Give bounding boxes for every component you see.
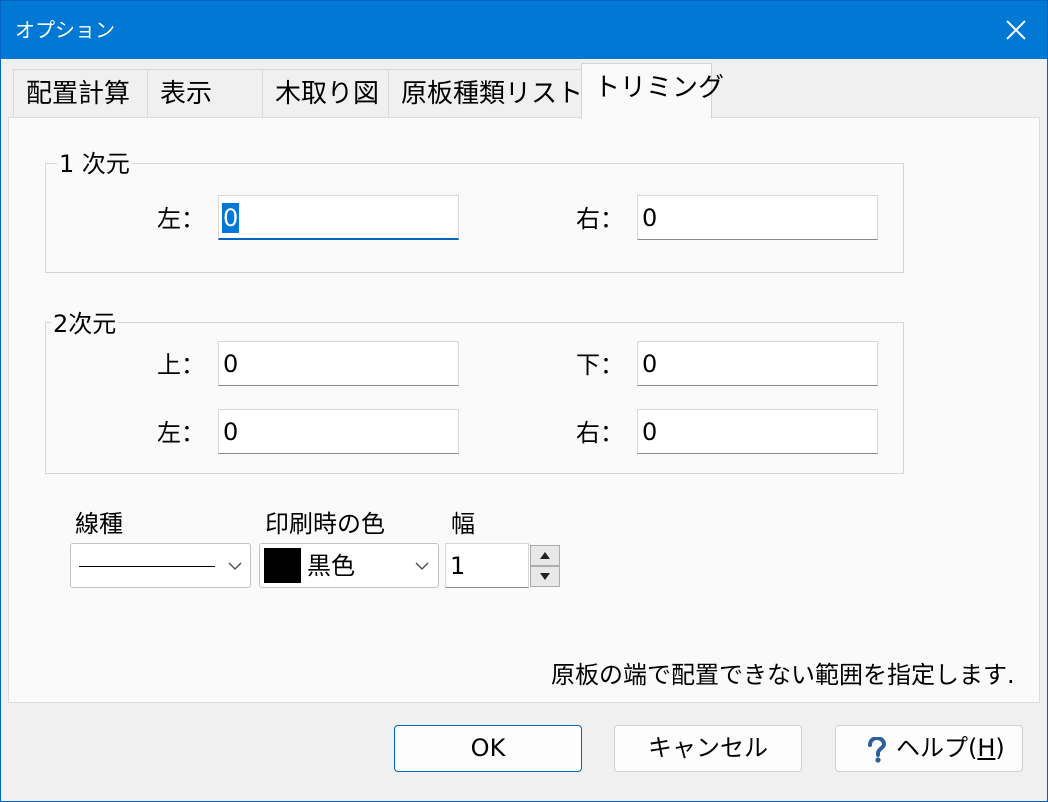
cancel-label: キャンセル — [648, 734, 768, 762]
chevron-down-icon — [228, 562, 242, 570]
group-2d-title: 2次元 — [51, 310, 119, 338]
width-spin-up-button[interactable] — [530, 545, 560, 566]
right-label-1d: 右： — [576, 205, 624, 233]
width-input[interactable]: 1 — [445, 543, 529, 588]
tab-label: 配置計算 — [26, 79, 131, 109]
bottom-input-2d[interactable]: 0 — [637, 341, 878, 386]
help-label-suffix: ) — [995, 734, 1005, 762]
help-accelerator-key: H — [977, 734, 996, 762]
print-color-select[interactable]: 黒色 — [259, 543, 439, 588]
color-swatch — [264, 548, 301, 583]
tab-strip: 配置計算 表示 木取り図 原板種類リスト トリミング — [1, 59, 1047, 119]
top-input-2d[interactable]: 0 — [218, 341, 459, 386]
window-title: オプション — [15, 18, 115, 42]
hint-text: 原板の端で配置できない範囲を指定します. — [551, 661, 1015, 689]
help-question-icon — [868, 737, 887, 763]
options-dialog: オプション 配置計算 表示 木取り図 原板種類リスト トリミング 1 次元 左：… — [0, 0, 1048, 802]
group-1d-title: 1 次元 — [57, 150, 132, 178]
left-value-1d: 0 — [222, 203, 240, 233]
chevron-down-icon — [415, 562, 429, 570]
line-type-label: 線種 — [75, 510, 123, 538]
tab-cutting-diagram[interactable]: 木取り図 — [262, 69, 389, 117]
tab-board-type-list[interactable]: 原板種類リスト — [388, 69, 584, 117]
line-sample — [79, 566, 215, 567]
tab-trimming[interactable]: トリミング — [581, 63, 724, 119]
bottom-value-2d: 0 — [642, 350, 658, 378]
right-label-2d: 右： — [576, 419, 624, 447]
top-value-2d: 0 — [223, 350, 239, 378]
left-label-1d: 左： — [157, 205, 205, 233]
left-input-2d[interactable]: 0 — [218, 409, 459, 454]
top-label-2d: 上： — [157, 351, 205, 379]
tab-display[interactable]: 表示 — [147, 69, 263, 117]
right-value-2d: 0 — [642, 418, 658, 446]
help-button[interactable]: ヘルプ(H) — [835, 725, 1023, 772]
help-label: ヘルプ(H) — [896, 726, 1005, 771]
cancel-button[interactable]: キャンセル — [614, 725, 802, 772]
tab-layout-calculation[interactable]: 配置計算 — [13, 69, 148, 117]
print-color-value: 黒色 — [307, 552, 355, 580]
left-value-2d: 0 — [223, 418, 239, 446]
close-icon — [1006, 20, 1026, 40]
tab-label: 木取り図 — [275, 79, 380, 109]
arrow-up-icon — [540, 552, 550, 559]
arrow-down-icon — [540, 573, 550, 580]
right-input-2d[interactable]: 0 — [637, 409, 878, 454]
left-input-1d[interactable]: 0 — [218, 195, 459, 240]
tab-label: 原板種類リスト — [401, 79, 584, 109]
width-label: 幅 — [451, 510, 475, 538]
tab-label: 表示 — [160, 79, 213, 109]
print-color-label: 印刷時の色 — [265, 510, 385, 538]
line-type-select[interactable] — [70, 543, 251, 588]
tab-label: トリミング — [594, 73, 725, 103]
width-spin-down-button[interactable] — [530, 566, 560, 587]
title-bar[interactable]: オプション — [1, 1, 1047, 59]
ok-button[interactable]: OK — [394, 725, 582, 772]
right-input-1d[interactable]: 0 — [637, 195, 878, 240]
close-button[interactable] — [985, 1, 1047, 59]
help-label-prefix: ヘルプ( — [896, 734, 978, 762]
bottom-label-2d: 下： — [576, 351, 624, 379]
ok-label: OK — [470, 734, 506, 762]
left-label-2d: 左： — [157, 419, 205, 447]
right-value-1d: 0 — [642, 204, 658, 232]
width-value: 1 — [450, 552, 466, 580]
